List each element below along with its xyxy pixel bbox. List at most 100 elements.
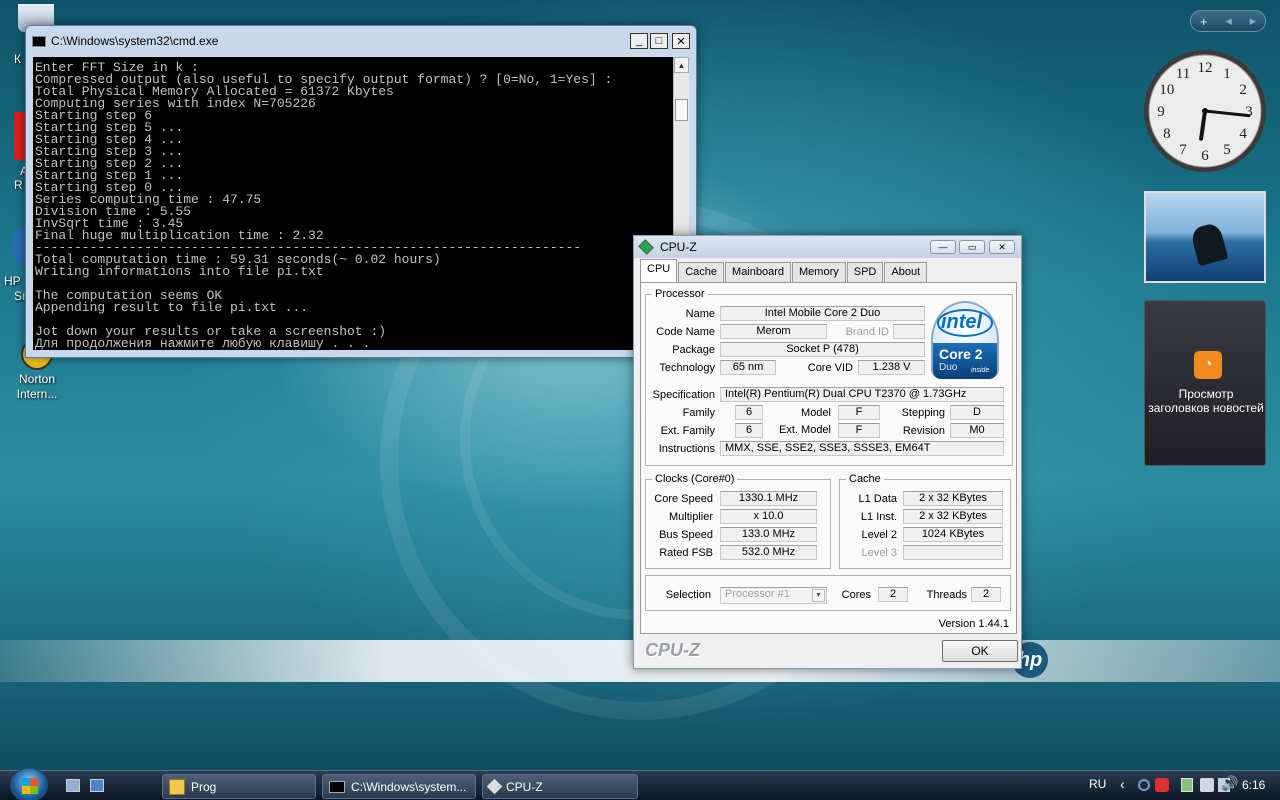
security-alert-icon[interactable] — [1155, 778, 1169, 792]
clock-numeral: 6 — [1201, 148, 1209, 164]
restore-button[interactable]: ▭ — [959, 240, 985, 254]
l1inst-value: 2 x 32 KBytes — [903, 509, 1003, 524]
maximize-button[interactable]: □ — [650, 33, 668, 49]
tab-cache[interactable]: Cache — [678, 262, 725, 282]
close-button[interactable]: ✕ — [672, 33, 690, 49]
desktop-icon-label: Norton Intern... — [16, 372, 58, 401]
processor-select-value: Processor #1 — [725, 588, 790, 600]
corespeed-value: 1330.1 MHz — [720, 491, 817, 506]
corevid-label: Core VID — [807, 362, 853, 374]
ok-button[interactable]: OK — [942, 640, 1018, 662]
cpu-tab-panel: Processor Name Intel Mobile Core 2 Duo C… — [640, 282, 1017, 634]
model-value: F — [838, 405, 880, 420]
show-desktop-icon[interactable] — [66, 779, 80, 792]
family-label: Family — [682, 407, 715, 419]
taskbar-button-label: Prog — [191, 779, 217, 794]
technology-label: Technology — [659, 362, 715, 374]
family-value: 6 — [735, 405, 763, 420]
cmd-icon — [32, 35, 46, 47]
console-output[interactable]: Enter FFT Size in k : Compressed output (… — [33, 57, 673, 350]
switch-windows-icon[interactable] — [90, 779, 104, 792]
add-gadget-icon[interactable]: + — [1200, 14, 1208, 29]
console-line: Для продолжения нажмите любую клавишу . … — [35, 336, 371, 350]
taskbar-button-cpuz[interactable]: CPU-Z — [482, 774, 638, 799]
minimize-button[interactable]: _ — [630, 33, 648, 49]
clock-numeral: 10 — [1159, 82, 1174, 98]
prev-icon[interactable]: ◂ — [1225, 13, 1232, 29]
clock-numeral: 8 — [1163, 126, 1171, 142]
tab-spd[interactable]: SPD — [846, 262, 884, 282]
intel-logo: intel Core 2 Duo inside — [931, 301, 999, 379]
console-line: Writing informations into file pi.txt — [35, 264, 324, 279]
cmd-icon — [329, 780, 345, 793]
clock-numeral: 7 — [1179, 142, 1187, 158]
cmd-titlebar[interactable]: C:\Windows\system32\cmd.exe _ □ ✕ — [26, 26, 696, 56]
sidebar-controls: + ◂ ▸ — [1190, 10, 1266, 32]
cache-legend: Cache — [849, 473, 881, 485]
tab-cpu[interactable]: CPU — [640, 259, 678, 282]
chevron-left-icon[interactable]: ‹ — [1120, 776, 1125, 792]
scroll-thumb[interactable] — [675, 99, 688, 121]
slideshow-gadget[interactable] — [1144, 191, 1266, 283]
device-icon[interactable] — [1200, 778, 1214, 792]
extfamily-value: 6 — [735, 423, 763, 438]
rss-label: Просмотр заголовков новостей — [1148, 387, 1264, 415]
taskbar-button-label: C:\Windows\system... — [351, 779, 467, 794]
l1data-label: L1 Data — [858, 493, 897, 505]
revision-value: M0 — [950, 423, 1004, 438]
language-indicator[interactable]: RU — [1089, 777, 1106, 791]
clock-numeral: 12 — [1198, 60, 1213, 76]
minimize-button[interactable]: — — [930, 240, 956, 254]
clocks-legend: Clocks (Core#0) — [655, 473, 735, 485]
taskbar-button-prog[interactable]: Prog — [162, 774, 316, 799]
name-value: Intel Mobile Core 2 Duo — [720, 306, 925, 321]
cmd-window[interactable]: C:\Windows\system32\cmd.exe _ □ ✕ Enter … — [25, 25, 697, 358]
start-button[interactable] — [10, 768, 48, 800]
processor-select[interactable]: Processor #1 ▼ — [720, 587, 827, 604]
taskbar: Prog C:\Windows\system... CPU-Z RU ‹ 🔊 6… — [0, 768, 1280, 800]
stepping-label: Stepping — [901, 407, 945, 419]
multiplier-value: x 10.0 — [720, 509, 817, 524]
desktop-partial-label: R — [14, 178, 23, 192]
processor-legend: Processor — [655, 288, 705, 300]
network-icon[interactable] — [1138, 779, 1150, 791]
clock-time[interactable]: 6:16 — [1242, 778, 1265, 792]
spec-value: Intel(R) Pentium(R) Dual CPU T2370 @ 1.7… — [720, 387, 1004, 402]
tab-about[interactable]: About — [884, 262, 928, 282]
package-label: Package — [672, 344, 715, 356]
technology-value: 65 nm — [720, 360, 776, 375]
brandid-label: Brand ID — [845, 326, 889, 338]
cpuz-tabs: CPU Cache Mainboard Memory SPD About — [640, 259, 928, 282]
clock-gadget[interactable]: 1234567891011 12 — [1142, 48, 1268, 174]
volume-icon[interactable]: 🔊 — [1221, 775, 1238, 792]
rss-gadget[interactable]: ◔ Просмотр заголовков новостей — [1144, 300, 1266, 466]
cpuz-window[interactable]: CPU-Z — ▭ ✕ CPU Cache Mainboard Memory S… — [633, 235, 1022, 669]
windows-logo-icon — [22, 778, 38, 794]
clock-numeral: 1 — [1223, 66, 1231, 82]
cpuz-footer-brand: CPU-Z — [645, 640, 700, 660]
ratedfsb-label: Rated FSB — [659, 547, 713, 559]
package-value: Socket P (478) — [720, 342, 925, 357]
clock-numeral: 3 — [1245, 104, 1253, 120]
extfamily-label: Ext. Family — [660, 425, 715, 437]
busspeed-label: Bus Speed — [659, 529, 713, 541]
version-label: Version 1.44.1 — [938, 618, 1009, 630]
tab-memory[interactable]: Memory — [792, 262, 846, 282]
taskbar-button-cmd[interactable]: C:\Windows\system... — [322, 774, 476, 799]
next-icon[interactable]: ▸ — [1250, 13, 1257, 29]
cpuz-icon — [638, 239, 654, 255]
revision-label: Revision — [902, 425, 945, 437]
multiplier-label: Multiplier — [668, 511, 713, 523]
desktop-partial-label: Sı — [14, 289, 26, 303]
chevron-down-icon[interactable]: ▼ — [812, 589, 825, 602]
folder-icon — [169, 778, 185, 795]
brandid-value — [893, 324, 925, 339]
scroll-up-icon[interactable]: ▲ — [674, 57, 689, 73]
busspeed-value: 133.0 MHz — [720, 527, 817, 542]
level3-label: Level 3 — [861, 547, 897, 559]
battery-icon[interactable] — [1181, 778, 1193, 792]
l1data-value: 2 x 32 KBytes — [903, 491, 1003, 506]
close-button[interactable]: ✕ — [989, 240, 1015, 254]
tab-mainboard[interactable]: Mainboard — [725, 262, 792, 282]
clock-numeral: 4 — [1239, 126, 1247, 142]
